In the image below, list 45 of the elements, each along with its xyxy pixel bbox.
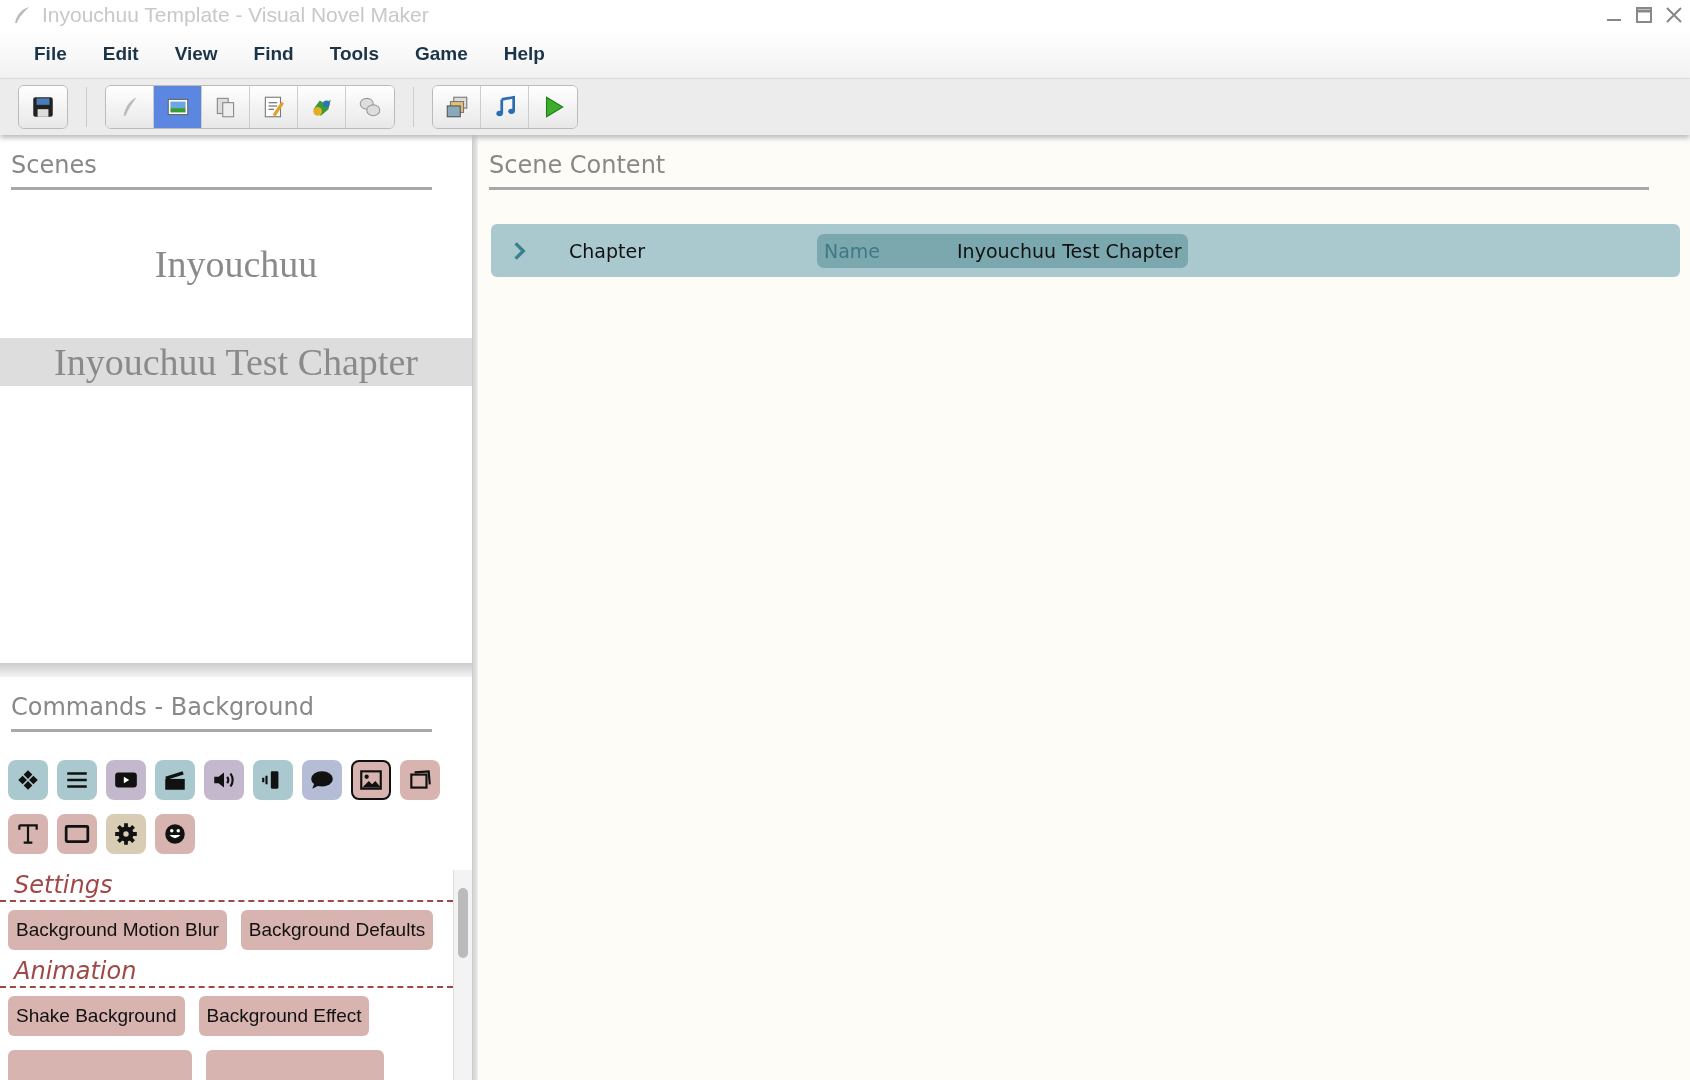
- vibrate-command-icon[interactable]: [253, 760, 293, 800]
- video-command-icon[interactable]: [106, 760, 146, 800]
- chapter-row[interactable]: Chapter Name Inyouchuu Test Chapter: [491, 224, 1680, 277]
- music-tool-button[interactable]: [481, 86, 529, 128]
- diamonds-command-icon[interactable]: [8, 760, 48, 800]
- field-value: Inyouchuu Test Chapter: [957, 239, 1182, 262]
- command-button[interactable]: Shake Background: [8, 996, 185, 1036]
- screen-command-icon[interactable]: [57, 814, 97, 854]
- command-button[interactable]: Background Motion Blur: [8, 910, 227, 950]
- menu-item[interactable]: Find: [253, 43, 294, 65]
- save-tool-button[interactable]: [19, 86, 67, 128]
- row-type: Chapter: [569, 239, 646, 262]
- gallery-tool-button[interactable]: [433, 86, 481, 128]
- feather-icon: [12, 5, 32, 25]
- photos-command-icon[interactable]: [400, 760, 440, 800]
- gear-command-icon[interactable]: [106, 814, 146, 854]
- menu-item[interactable]: View: [174, 43, 218, 65]
- menu-item[interactable]: Tools: [329, 43, 379, 65]
- image-command-icon[interactable]: [351, 760, 391, 800]
- name-field[interactable]: Name Inyouchuu Test Chapter: [817, 233, 1188, 268]
- note-tool-button[interactable]: [250, 86, 298, 128]
- bubble-command-icon[interactable]: [302, 760, 342, 800]
- speaker-command-icon[interactable]: [204, 760, 244, 800]
- save-icon: [30, 94, 56, 120]
- face-command-icon[interactable]: [155, 814, 195, 854]
- lines-command-icon[interactable]: [57, 760, 97, 800]
- field-label: Name: [824, 239, 882, 262]
- close-icon[interactable]: [1664, 5, 1684, 25]
- scrollbar[interactable]: [453, 870, 472, 1080]
- command-button[interactable]: Background Effect: [198, 996, 370, 1036]
- clapper-command-icon[interactable]: [155, 760, 195, 800]
- menu-item[interactable]: Game: [414, 43, 468, 65]
- command-button[interactable]: Background Defaults: [240, 910, 434, 950]
- panel-title: Scene Content: [488, 150, 667, 181]
- menu-item[interactable]: Help: [503, 43, 545, 65]
- panel-title: Commands - Background: [10, 692, 315, 723]
- text-command-icon[interactable]: [8, 814, 48, 854]
- play-tool-button[interactable]: [529, 86, 577, 128]
- documents-tool-button[interactable]: [202, 86, 250, 128]
- maximize-icon[interactable]: [1634, 5, 1654, 25]
- panel-title: Scenes: [10, 150, 98, 181]
- menu-item[interactable]: Edit: [102, 43, 139, 65]
- menu-item[interactable]: File: [34, 43, 67, 65]
- chat-tool-button[interactable]: [346, 86, 394, 128]
- landscape-tool-button[interactable]: [154, 86, 202, 128]
